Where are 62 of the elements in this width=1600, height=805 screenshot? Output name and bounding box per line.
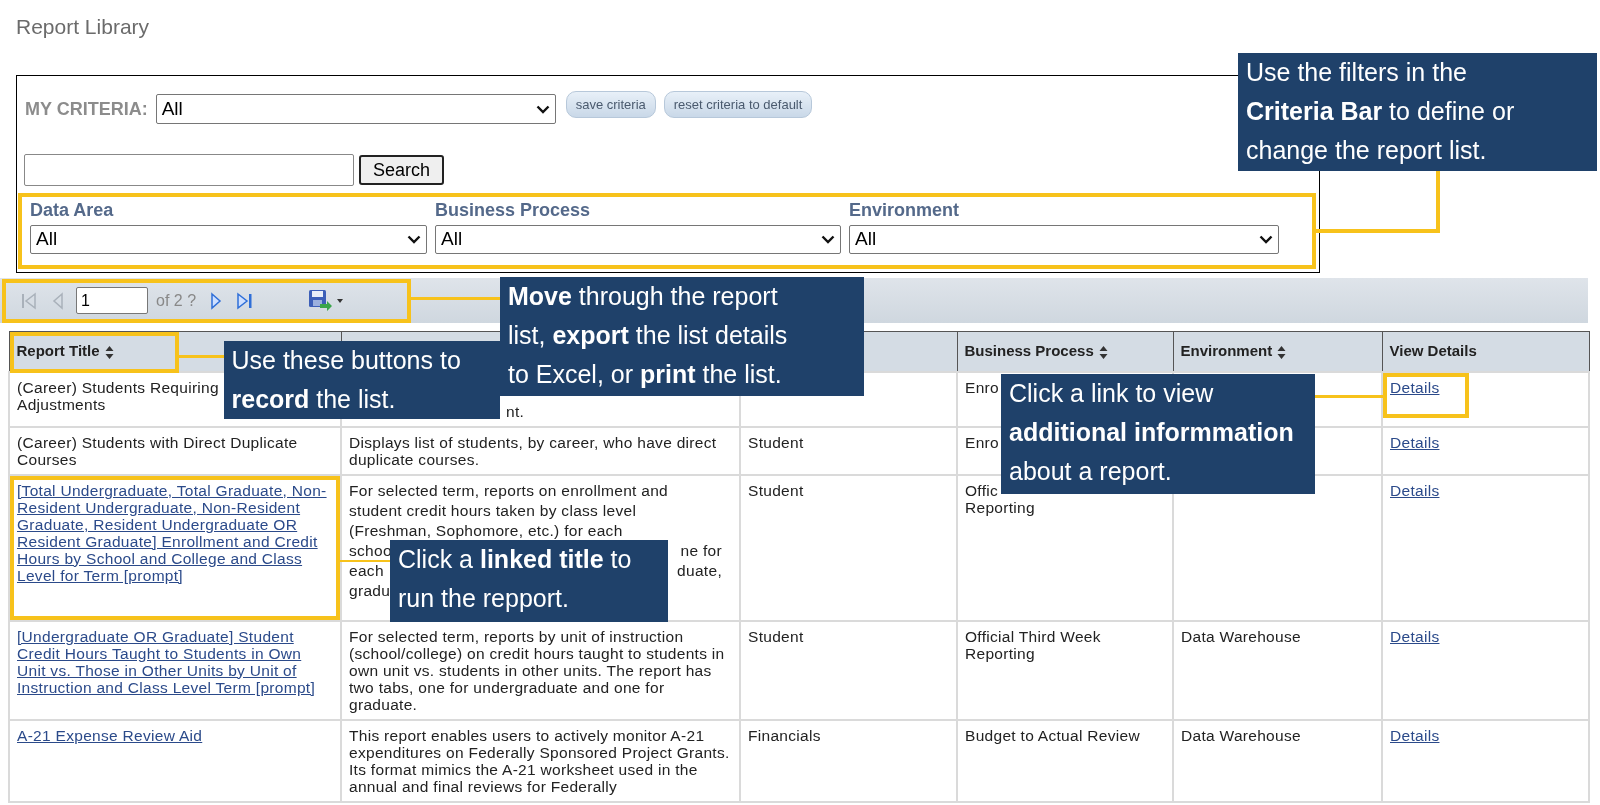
table-text: Student (748, 481, 804, 499)
page-title: Report Library (16, 15, 150, 38)
table-text: each (349, 561, 384, 579)
sort-icon[interactable] (1098, 344, 1108, 360)
table-text: (Career) Students with Direct Duplicate Courses (17, 433, 299, 468)
filter-label: Business Process (435, 199, 592, 222)
table-text: Displays list of students, by career, who have direct duplicate courses. (349, 433, 718, 468)
leader-line (1315, 394, 1383, 398)
next-page-icon[interactable] (210, 291, 223, 310)
table-text: Enro (965, 433, 999, 451)
search-field[interactable] (24, 154, 354, 186)
chevron-down-icon (535, 104, 550, 114)
chevron-down-icon (1259, 235, 1273, 244)
table-text: For selected term, reports by unit of instruction (school/college) on credit hours taught to students in own unit vs. students in other units. The report has two tabs, one for undergraduate and one for graduate. (349, 627, 726, 713)
table-text: (Career) Students Requiring Adjustments (17, 378, 219, 413)
leader-line (338, 559, 390, 562)
callout: Use the filters in the Criteria Bar to define or change the report list. (1238, 53, 1597, 171)
table-text: For selected term, reports on enrollment and (349, 481, 669, 499)
callout: Click a link to view additional informmation about a report. (1001, 373, 1315, 494)
table-text: student credit hours taken by class level (349, 501, 637, 519)
table-text: This report enables users to actively monitor A-21 expenditures on Federally Sponsored Project Grants. Its format mimics the A-21 worksheet used in the annual and final reviews for Federally (349, 726, 731, 795)
filter-label: Environment (849, 199, 960, 222)
page-count: of 2 ? (156, 290, 197, 311)
table-text: ne for (680, 541, 722, 559)
table-text: Financials (748, 726, 821, 744)
filter-label: Data Area (30, 199, 115, 222)
column-header: View Details (1389, 342, 1477, 359)
table-text: Data Warehouse (1181, 627, 1301, 645)
table-text: (Freshman, Sophomore, etc.) for each (349, 521, 623, 539)
table-text: Data Warehouse (1181, 726, 1301, 744)
callout: Use these buttons to record the list. (223, 341, 500, 419)
table-text: Official Third Week Reporting (965, 627, 1102, 662)
column-header[interactable]: Report Title (16, 342, 100, 359)
callout: Move through the report list, export the list details to Excel, or print the list. (500, 277, 864, 396)
criteria-label: MY CRITERIA: (25, 97, 148, 121)
last-page-icon[interactable] (236, 291, 255, 310)
details-link[interactable]: Details (1390, 481, 1581, 499)
callout: Click a linked title to run the repport. (390, 539, 668, 622)
table-text: Student (748, 627, 804, 645)
chevron-down-icon (407, 235, 421, 244)
dropdown[interactable]: All (435, 225, 841, 254)
table-text: duate, (677, 561, 722, 579)
details-link[interactable]: Details (1390, 627, 1581, 645)
sort-icon[interactable] (1277, 344, 1287, 360)
dropdown[interactable]: All (155, 94, 556, 124)
table-text: nt. (506, 402, 525, 420)
criteria-button[interactable]: save criteria (565, 91, 656, 118)
export-icon[interactable] (308, 288, 345, 313)
leader-line (177, 355, 224, 358)
table-text: Budget to Actual Review (965, 726, 1140, 744)
sort-icon[interactable] (104, 344, 114, 360)
table-text: Enro (965, 378, 999, 396)
search-button[interactable]: Search (359, 155, 445, 185)
table-text: schoo (349, 541, 392, 559)
table-text: Student (748, 433, 804, 451)
page-field[interactable]: 1 (76, 287, 148, 314)
column-header[interactable]: Environment (1180, 342, 1273, 359)
dropdown[interactable]: All (849, 225, 1279, 254)
table-text: gradu (349, 581, 391, 599)
dropdown[interactable]: All (30, 225, 427, 254)
chevron-down-icon (821, 235, 835, 244)
criteria-button[interactable]: reset criteria to default (663, 91, 813, 118)
